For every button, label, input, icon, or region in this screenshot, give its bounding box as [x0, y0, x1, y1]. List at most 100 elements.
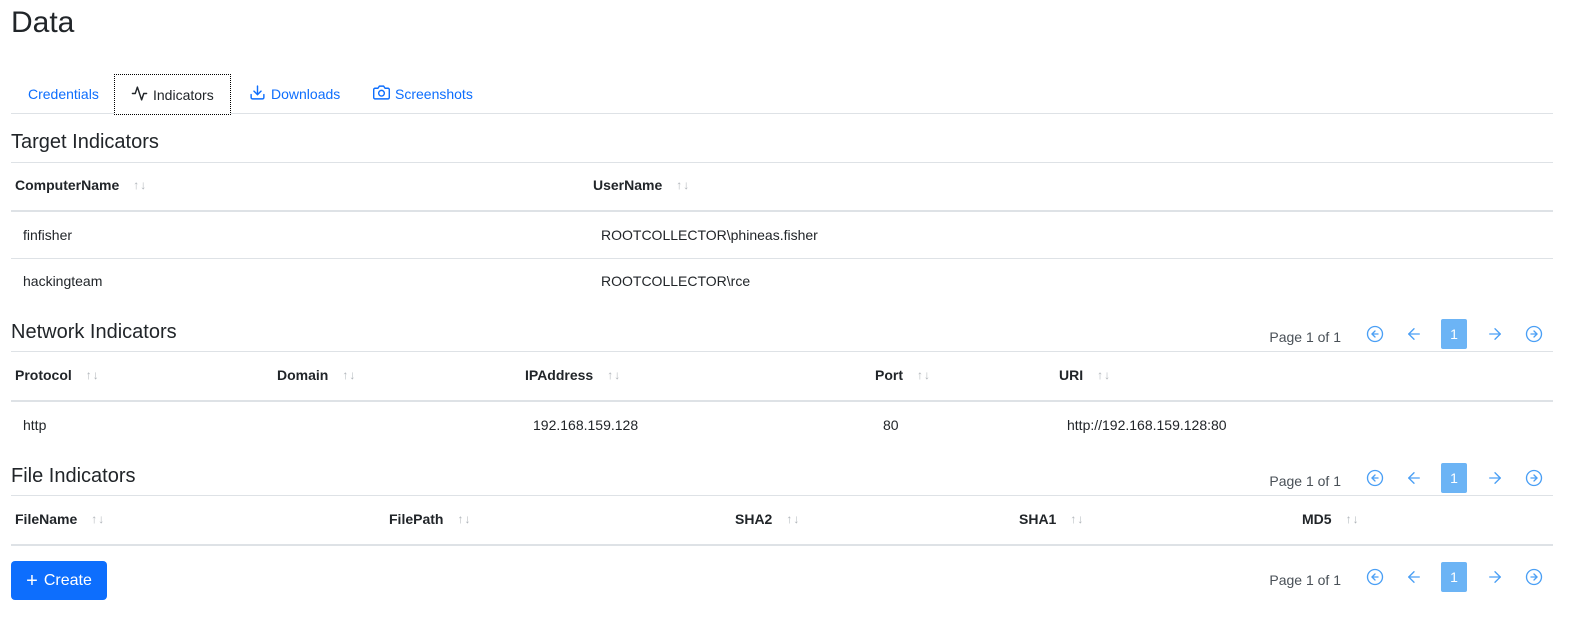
table-header-divider [11, 210, 1553, 212]
column-header-ipaddress[interactable]: IPAddress ↑↓ [525, 367, 621, 383]
page-info: Page 1 of 1 [1269, 572, 1341, 588]
tab-credentials-label: Credentials [28, 86, 99, 102]
next-page-button[interactable] [1475, 463, 1514, 493]
create-button-label: Create [43, 571, 92, 589]
sort-icon[interactable]: ↑↓ [1070, 512, 1084, 526]
page-title: Data [11, 6, 75, 39]
column-header-label: URI [1059, 367, 1084, 383]
column-header-computername[interactable]: ComputerName ↑↓ [15, 177, 147, 193]
sort-icon[interactable]: ↑↓ [86, 368, 100, 382]
column-header-label: MD5 [1302, 511, 1332, 527]
tab-screenshots[interactable]: Screenshots [373, 74, 473, 114]
tabs-nav: Credentials Indicators Downloads Screens… [11, 74, 1553, 115]
last-page-button[interactable] [1514, 319, 1553, 349]
column-header-label: UserName [593, 177, 663, 193]
tab-screenshots-label: Screenshots [395, 86, 473, 102]
sort-icon[interactable]: ↑↓ [133, 178, 147, 192]
column-header-label: SHA2 [735, 511, 773, 527]
sort-icon[interactable]: ↑↓ [1097, 368, 1111, 382]
table-cell: http [23, 417, 47, 433]
first-page-icon [1366, 568, 1383, 586]
page-number-button[interactable]: 1 [1441, 463, 1467, 493]
column-header-label: Domain [277, 367, 329, 383]
activity-icon [131, 85, 148, 105]
last-page-button[interactable] [1514, 463, 1553, 493]
column-header-protocol[interactable]: Protocol ↑↓ [15, 367, 100, 383]
tab-indicators-label: Indicators [153, 86, 214, 103]
last-page-icon [1525, 568, 1542, 586]
sort-icon[interactable]: ↑↓ [676, 178, 690, 192]
table-cell: hackingteam [23, 273, 103, 289]
tab-downloads[interactable]: Downloads [249, 74, 340, 114]
divider [11, 351, 1553, 352]
file-pager: Page 1 of 1 1 [1269, 562, 1553, 592]
sort-icon[interactable]: ↑↓ [917, 368, 931, 382]
column-header-label: FilePath [389, 511, 444, 527]
page-info: Page 1 of 1 [1269, 473, 1341, 489]
tab-credentials[interactable]: Credentials [28, 74, 99, 114]
page-number-button[interactable]: 1 [1441, 319, 1467, 349]
file-indicators-title: File Indicators [11, 465, 136, 487]
download-icon [249, 84, 266, 104]
column-header-label: SHA1 [1019, 511, 1057, 527]
sort-icon[interactable]: ↑↓ [607, 368, 621, 382]
next-page-button[interactable] [1475, 562, 1514, 592]
camera-icon [373, 84, 390, 104]
column-header-sha2[interactable]: SHA2 ↑↓ [735, 511, 800, 527]
divider [11, 162, 1553, 163]
arrow-right-icon [1488, 328, 1501, 340]
column-header-sha1[interactable]: SHA1 ↑↓ [1019, 511, 1084, 527]
sort-icon[interactable]: ↑↓ [457, 512, 471, 526]
arrow-right-icon [1488, 472, 1501, 484]
next-page-button[interactable] [1475, 319, 1514, 349]
create-button[interactable]: + Create [11, 561, 107, 600]
plus-icon: + [26, 569, 38, 592]
first-page-icon [1366, 469, 1383, 487]
column-header-filename[interactable]: FileName ↑↓ [15, 511, 105, 527]
arrow-left-icon [1407, 472, 1420, 484]
first-page-button[interactable] [1355, 562, 1394, 592]
column-header-username[interactable]: UserName ↑↓ [593, 177, 690, 193]
target-pager: Page 1 of 1 1 [1269, 319, 1553, 349]
prev-page-button[interactable] [1394, 562, 1433, 592]
row-divider [11, 258, 1553, 259]
column-header-label: Port [875, 367, 903, 383]
table-cell: finfisher [23, 227, 73, 243]
column-header-label: IPAddress [525, 367, 594, 383]
tab-indicators[interactable]: Indicators [114, 74, 231, 115]
divider [11, 495, 1553, 496]
arrow-left-icon [1407, 571, 1420, 583]
tab-downloads-label: Downloads [271, 86, 341, 102]
first-page-button[interactable] [1355, 463, 1394, 493]
column-header-uri[interactable]: URI ↑↓ [1059, 367, 1111, 383]
sort-icon[interactable]: ↑↓ [342, 368, 356, 382]
column-header-label: ComputerName [15, 177, 120, 193]
last-page-icon [1525, 469, 1542, 487]
column-header-label: FileName [15, 511, 78, 527]
first-page-icon [1366, 325, 1383, 343]
table-cell: ROOTCOLLECTOR\rce [601, 273, 751, 289]
sort-icon[interactable]: ↑↓ [91, 512, 105, 526]
page-info: Page 1 of 1 [1269, 329, 1341, 345]
page-number-button[interactable]: 1 [1441, 562, 1467, 592]
column-header-md5[interactable]: MD5 ↑↓ [1302, 511, 1360, 527]
table-header-divider [11, 544, 1553, 546]
arrow-left-icon [1407, 328, 1420, 340]
first-page-button[interactable] [1355, 319, 1394, 349]
last-page-button[interactable] [1514, 562, 1553, 592]
table-cell: 80 [883, 417, 899, 433]
prev-page-button[interactable] [1394, 319, 1433, 349]
last-page-icon [1525, 325, 1542, 343]
column-header-filepath[interactable]: FilePath ↑↓ [389, 511, 471, 527]
sort-icon[interactable]: ↑↓ [786, 512, 800, 526]
network-pager: Page 1 of 1 1 [1269, 463, 1553, 493]
network-indicators-title: Network Indicators [11, 321, 177, 343]
column-header-port[interactable]: Port ↑↓ [875, 367, 931, 383]
sort-icon[interactable]: ↑↓ [1346, 512, 1360, 526]
table-cell: http://192.168.159.128:80 [1067, 417, 1227, 433]
arrow-right-icon [1488, 571, 1501, 583]
table-cell: ROOTCOLLECTOR\phineas.fisher [601, 227, 818, 243]
column-header-domain[interactable]: Domain ↑↓ [277, 367, 356, 383]
prev-page-button[interactable] [1394, 463, 1433, 493]
table-header-divider [11, 400, 1553, 402]
